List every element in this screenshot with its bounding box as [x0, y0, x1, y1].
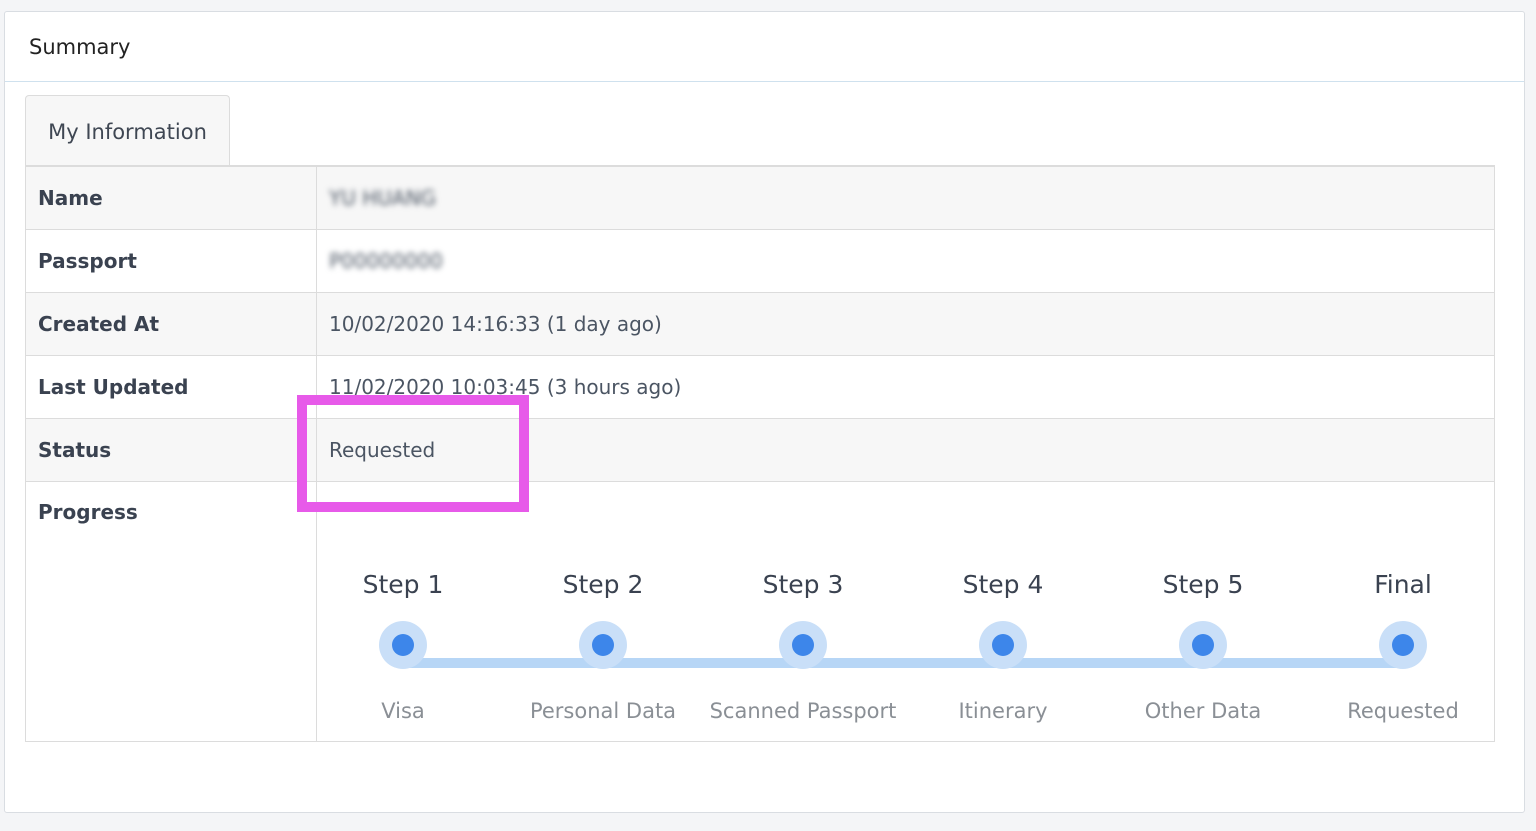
table-row-passport: Passport P00000000: [25, 229, 1495, 293]
step-title: Final: [1374, 570, 1432, 599]
step-title: Step 4: [962, 570, 1044, 599]
tab-my-information[interactable]: My Information: [25, 95, 230, 167]
step-dot[interactable]: [379, 621, 427, 669]
step-final: Final Requested: [1303, 570, 1503, 723]
row-value-created-at: 10/02/2020 14:16:33 (1 day ago): [316, 292, 1495, 356]
step-1: Step 1 Visa: [303, 570, 503, 723]
step-4: Step 4 Itinerary: [903, 570, 1103, 723]
table-row-status: Status Requested: [25, 418, 1495, 482]
step-2: Step 2 Personal Data: [503, 570, 703, 723]
row-label-progress: Progress: [25, 481, 317, 742]
step-dot[interactable]: [1379, 621, 1427, 669]
step-subtitle: Other Data: [1144, 699, 1262, 723]
info-table: Name YU HUANG Passport P00000000 Created…: [25, 166, 1495, 742]
step-subtitle: Scanned Passport: [709, 699, 897, 723]
step-title: Step 1: [362, 570, 444, 599]
step-dot[interactable]: [779, 621, 827, 669]
step-subtitle: Requested: [1347, 699, 1459, 723]
row-value-passport: P00000000: [316, 229, 1495, 293]
step-title: Step 3: [762, 570, 844, 599]
step-title: Step 2: [562, 570, 644, 599]
row-label-passport: Passport: [25, 229, 317, 293]
row-label-name: Name: [25, 166, 317, 230]
row-label-created-at: Created At: [25, 292, 317, 356]
table-row-progress: Progress Step 1 Visa Step 2 Personal Dat…: [25, 481, 1495, 742]
progress-cell: Step 1 Visa Step 2 Personal Data Step 3 …: [316, 481, 1495, 742]
table-row-created-at: Created At 10/02/2020 14:16:33 (1 day ag…: [25, 292, 1495, 356]
progress-stepper: Step 1 Visa Step 2 Personal Data Step 3 …: [327, 514, 1482, 739]
step-subtitle: Visa: [381, 699, 425, 723]
row-value-last-updated: 11/02/2020 10:03:45 (3 hours ago): [316, 355, 1495, 419]
table-row-name: Name YU HUANG: [25, 166, 1495, 230]
step-3: Step 3 Scanned Passport: [703, 570, 903, 723]
row-label-last-updated: Last Updated: [25, 355, 317, 419]
step-subtitle: Personal Data: [529, 699, 677, 723]
step-dot[interactable]: [1179, 621, 1227, 669]
row-value-status: Requested: [316, 418, 1495, 482]
row-label-status: Status: [25, 418, 317, 482]
step-subtitle: Itinerary: [958, 699, 1048, 723]
table-row-last-updated: Last Updated 11/02/2020 10:03:45 (3 hour…: [25, 355, 1495, 419]
panel-title: Summary: [5, 12, 1524, 82]
step-dot[interactable]: [979, 621, 1027, 669]
step-title: Step 5: [1162, 570, 1244, 599]
step-dot[interactable]: [579, 621, 627, 669]
step-5: Step 5 Other Data: [1103, 570, 1303, 723]
row-value-name: YU HUANG: [316, 166, 1495, 230]
